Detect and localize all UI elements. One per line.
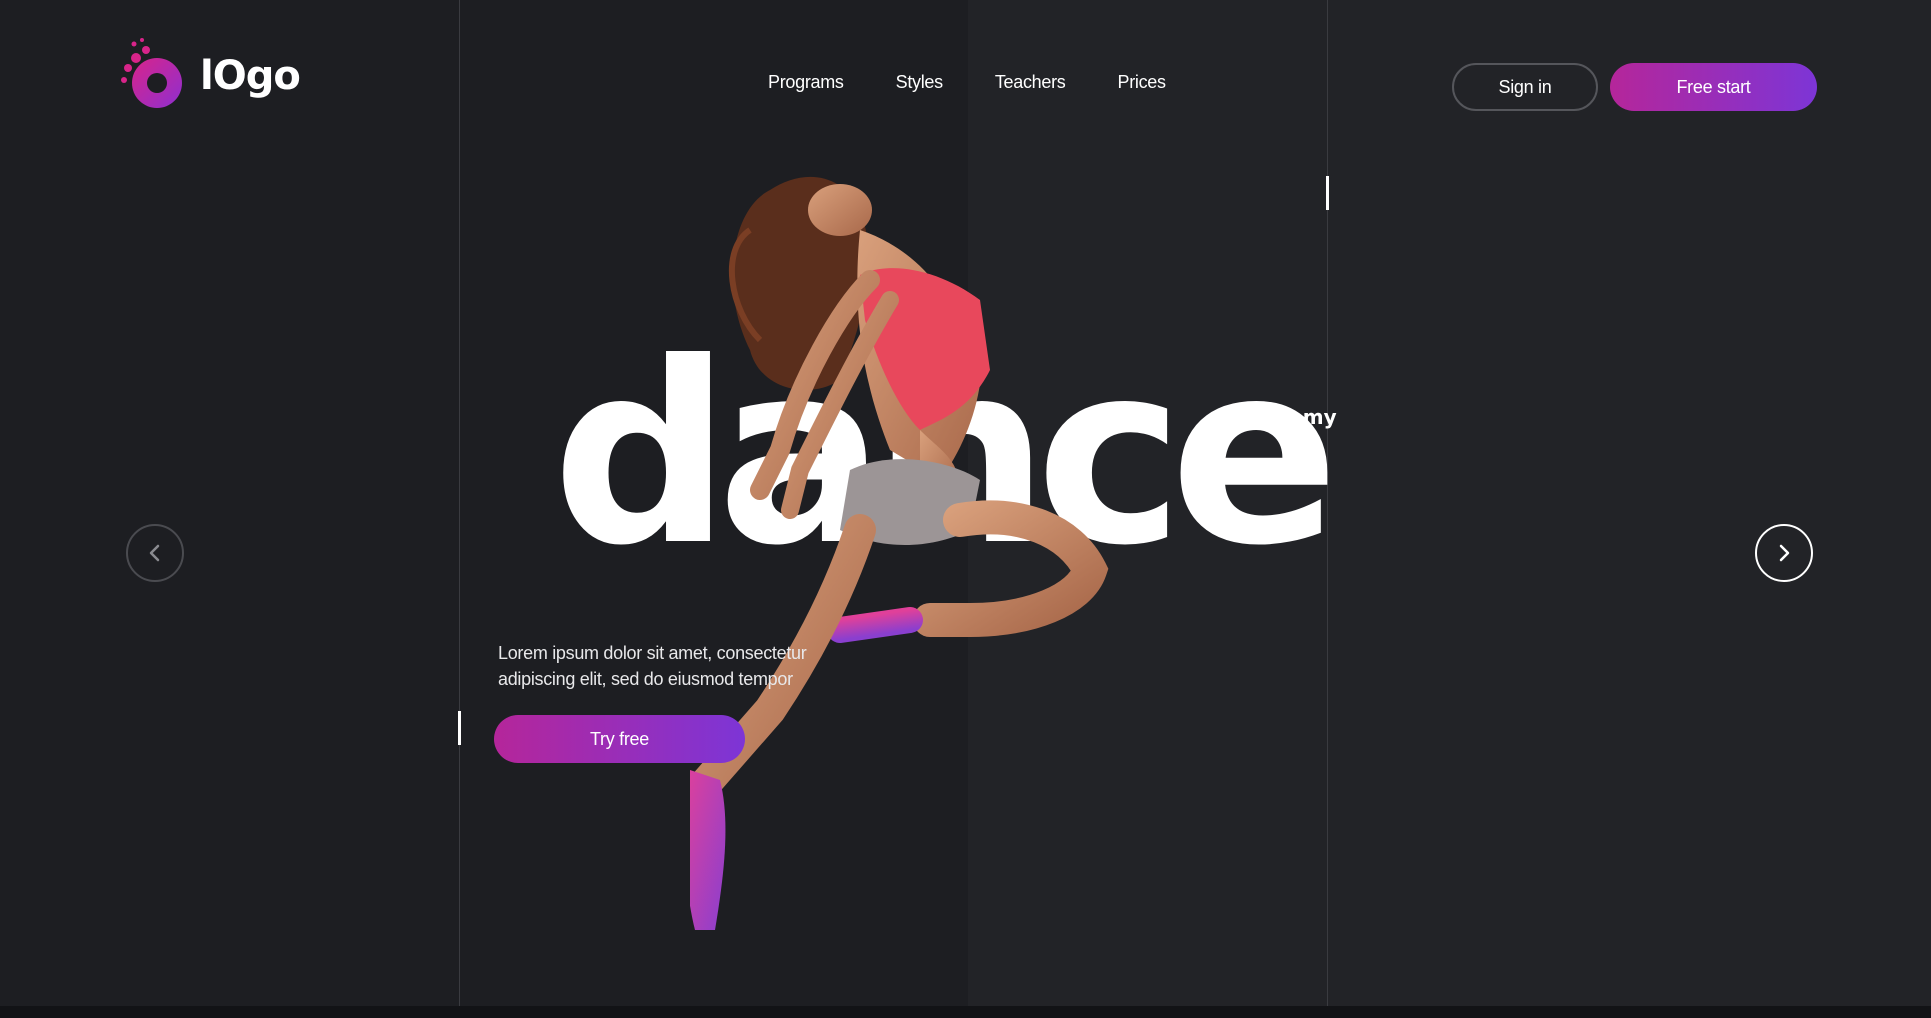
chevron-left-icon <box>149 544 160 562</box>
logo-icon <box>121 38 182 108</box>
nav-item-styles[interactable]: Styles <box>896 72 944 93</box>
nav-item-programs[interactable]: Programs <box>768 72 844 93</box>
slide-indicator <box>458 711 461 745</box>
logo-text: lOgo <box>200 53 301 99</box>
main-nav: Programs Styles Teachers Prices <box>768 72 1166 93</box>
next-slide-button[interactable] <box>1755 524 1813 582</box>
sign-in-button[interactable]: Sign in <box>1452 63 1598 111</box>
hero-description: Lorem ipsum dolor sit amet, consectetur … <box>498 643 807 689</box>
divider-line <box>459 0 460 1008</box>
bottom-bar <box>0 1006 1931 1018</box>
previous-slide-button[interactable] <box>126 524 184 582</box>
nav-item-prices[interactable]: Prices <box>1117 72 1166 93</box>
chevron-right-icon <box>1779 544 1790 562</box>
free-start-button[interactable]: Free start <box>1610 63 1817 111</box>
nav-item-teachers[interactable]: Teachers <box>995 72 1066 93</box>
try-free-button[interactable]: Try free <box>494 715 745 763</box>
logo[interactable]: lOgo <box>118 36 301 116</box>
dancer-image <box>690 176 1109 930</box>
